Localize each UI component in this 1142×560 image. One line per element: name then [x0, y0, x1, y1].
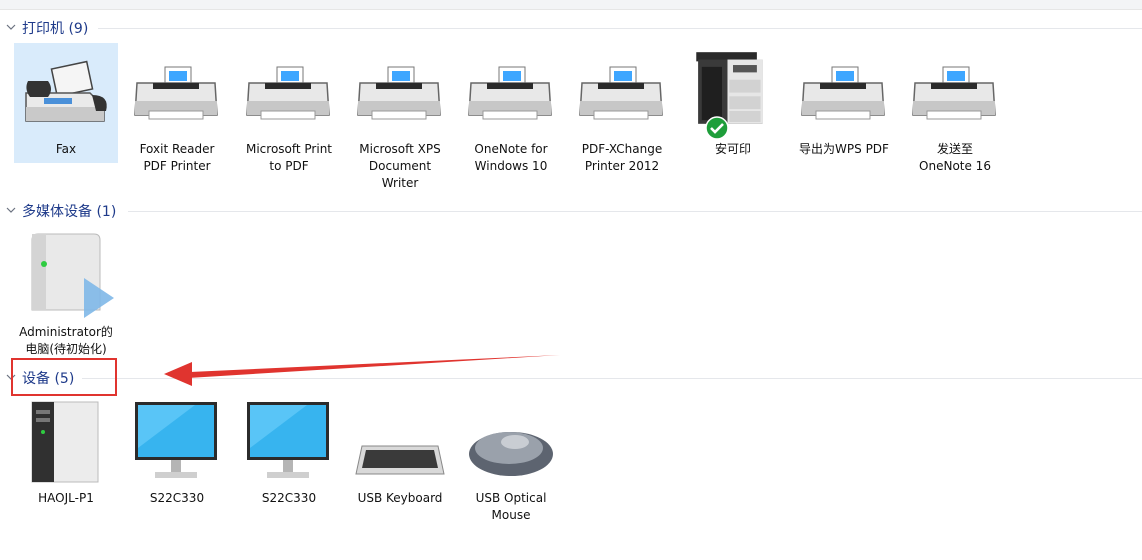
device-label: PDF-XChange Printer 2012: [581, 142, 663, 173]
chevron-down-icon[interactable]: [6, 22, 16, 32]
device-label: S22C330: [149, 491, 205, 505]
printer-icon: [468, 66, 552, 120]
device-onenote-for-windows-10[interactable]: OneNote for Windows 10: [459, 43, 563, 173]
device-label: Fax: [55, 142, 77, 156]
copier-icon: [696, 52, 763, 124]
section-title: 多媒体设备 (1): [22, 204, 117, 220]
fax-icon: [25, 60, 107, 122]
monitor-icon: [247, 402, 329, 478]
device-label: USB Optical Mouse: [475, 491, 547, 522]
printer-icon: [134, 66, 218, 120]
device-label: Foxit Reader PDF Printer: [139, 142, 215, 173]
device-haojl-p1[interactable]: HAOJL-P1: [14, 398, 118, 508]
computer-tower-icon: [31, 401, 99, 483]
media-server-icon: [31, 233, 114, 318]
device-usb-keyboard[interactable]: USB Keyboard: [348, 398, 452, 508]
device-fax[interactable]: Fax: [14, 43, 118, 163]
device-label: Administrator的 电脑(待初始化): [19, 325, 113, 356]
printer-icon: [246, 66, 330, 120]
device-foxit-reader-pdf-printer[interactable]: Foxit Reader PDF Printer: [125, 43, 229, 173]
section-divider: [98, 28, 1142, 29]
mouse-icon: [469, 432, 553, 476]
section-title: 打印机 (9): [22, 21, 89, 37]
device-label: S22C330: [261, 491, 317, 505]
printer-icon: [801, 66, 885, 120]
device-label: HAOJL-P1: [38, 491, 94, 505]
monitor-icon: [135, 402, 217, 478]
section-divider: [128, 211, 1142, 212]
device-label: 导出为WPS PDF: [799, 142, 889, 156]
device-send-to-onenote-16[interactable]: 发送至 OneNote 16: [903, 43, 1007, 173]
device-label: OneNote for Windows 10: [474, 142, 548, 173]
chevron-down-icon[interactable]: [6, 205, 16, 215]
device-microsoft-xps-document-writer[interactable]: Microsoft XPS Document Writer: [348, 43, 452, 190]
printer-icon: [912, 66, 996, 120]
device-monitor-s22c330-1[interactable]: S22C330: [125, 398, 229, 508]
device-ankeyin-default-printer[interactable]: 安可印: [681, 43, 785, 163]
device-label: 发送至 OneNote 16: [919, 142, 991, 173]
section-header-printers[interactable]: 打印机 (9): [0, 18, 1142, 42]
printer-icon: [357, 66, 441, 120]
section-header-multimedia[interactable]: 多媒体设备 (1): [0, 201, 1142, 225]
device-label: 安可印: [714, 142, 751, 156]
device-export-to-wps-pdf[interactable]: 导出为WPS PDF: [792, 43, 896, 163]
default-checkmark-icon: [705, 116, 729, 140]
device-monitor-s22c330-2[interactable]: S22C330: [237, 398, 341, 508]
device-administrator-media-computer[interactable]: Administrator的 电脑(待初始化): [14, 228, 118, 358]
device-label: Microsoft Print to PDF: [245, 142, 333, 173]
top-toolbar-strip: [0, 0, 1142, 10]
keyboard-icon: [355, 445, 445, 475]
annotation-highlight-box: [11, 358, 117, 396]
printer-icon: [579, 66, 663, 120]
device-label: USB Keyboard: [357, 491, 443, 505]
annotation-arrow-icon: [164, 355, 560, 386]
device-usb-optical-mouse[interactable]: USB Optical Mouse: [459, 398, 563, 528]
device-pdf-xchange-printer-2012[interactable]: PDF-XChange Printer 2012: [570, 43, 674, 173]
device-label: Microsoft XPS Document Writer: [359, 142, 441, 190]
device-microsoft-print-to-pdf[interactable]: Microsoft Print to PDF: [237, 43, 341, 173]
